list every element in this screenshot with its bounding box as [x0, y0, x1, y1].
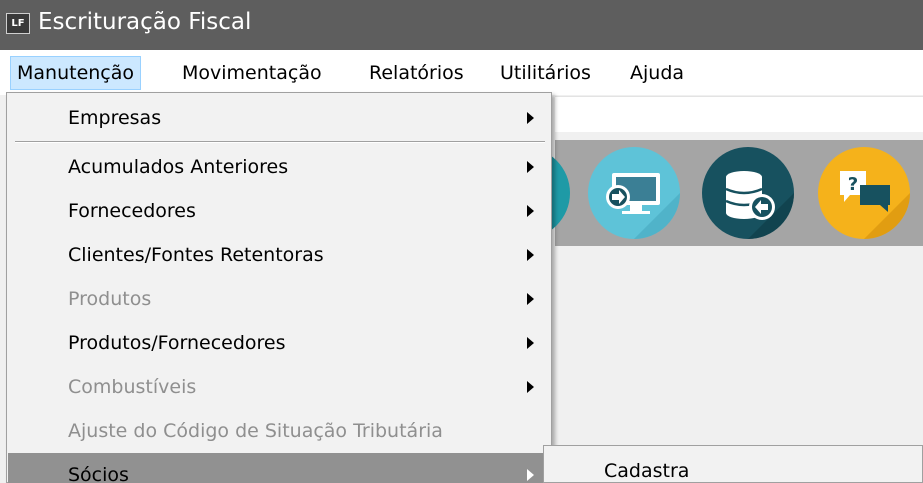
help-chat-icon: ? [840, 171, 910, 239]
submenu-arrow-icon [527, 112, 534, 124]
toolbar-button-monitor[interactable] [588, 147, 680, 239]
toolbar-button-database[interactable] [702, 147, 794, 239]
menu-item-label: Combustíveis [68, 376, 197, 398]
input-strip [555, 96, 923, 132]
menu-relatorios[interactable]: Relatórios [363, 56, 470, 90]
submenu-arrow-icon [527, 337, 534, 349]
menu-item-label: Clientes/Fontes Retentoras [68, 244, 324, 266]
submenu-arrow-icon [527, 205, 534, 217]
menu-item-acumulados-anteriores[interactable]: Acumulados Anteriores [8, 145, 550, 189]
menu-ajuda[interactable]: Ajuda [624, 56, 690, 90]
menu-item-socios[interactable]: Sócios [8, 453, 550, 483]
menu-item-fornecedores[interactable]: Fornecedores [8, 189, 550, 233]
socios-submenu: Cadastra [543, 445, 923, 483]
submenu-item-cadastra[interactable]: Cadastra [604, 458, 689, 483]
menu-item-label: Produtos [68, 288, 152, 310]
window-title: Escrituração Fiscal [38, 9, 252, 35]
submenu-arrow-icon [527, 293, 534, 305]
monitor-arrow-icon [606, 173, 680, 239]
database-back-icon [725, 171, 794, 239]
menu-item-label: Sócios [68, 464, 129, 483]
toolbar-button-help[interactable]: ? [818, 147, 910, 239]
menu-item-label: Fornecedores [68, 200, 196, 222]
title-bar: LF Escrituração Fiscal [0, 0, 923, 50]
menu-item-empresas[interactable]: Empresas [8, 96, 550, 140]
menu-item-label: Empresas [68, 107, 162, 129]
menu-utilitarios[interactable]: Utilitários [494, 56, 597, 90]
svg-text:?: ? [848, 174, 858, 195]
menu-item-label: Ajuste do Código de Situação Tributária [68, 420, 443, 442]
menu-item-produtos: Produtos [8, 277, 550, 321]
submenu-arrow-icon [527, 381, 534, 393]
submenu-arrow-icon [527, 161, 534, 173]
manutencao-dropdown-menu: Empresas Acumulados Anteriores Fornecedo… [6, 92, 552, 483]
menu-separator [15, 141, 545, 143]
menu-item-produtos-fornecedores[interactable]: Produtos/Fornecedores [8, 321, 550, 365]
app-logo-icon: LF [6, 13, 30, 34]
menu-item-label: Produtos/Fornecedores [68, 332, 286, 354]
menu-movimentacao[interactable]: Movimentação [176, 56, 328, 90]
menu-item-clientes-fontes-retentoras[interactable]: Clientes/Fontes Retentoras [8, 233, 550, 277]
menu-manutencao[interactable]: Manutenção [10, 56, 142, 90]
menu-item-ajuste-cst: Ajuste do Código de Situação Tributária [8, 409, 550, 453]
menu-bar: Manutenção Movimentação Relatórios Utili… [0, 50, 923, 95]
submenu-arrow-icon [527, 469, 534, 481]
menu-item-combustiveis: Combustíveis [8, 365, 550, 409]
submenu-arrow-icon [527, 249, 534, 261]
menu-item-label: Acumulados Anteriores [68, 156, 289, 178]
